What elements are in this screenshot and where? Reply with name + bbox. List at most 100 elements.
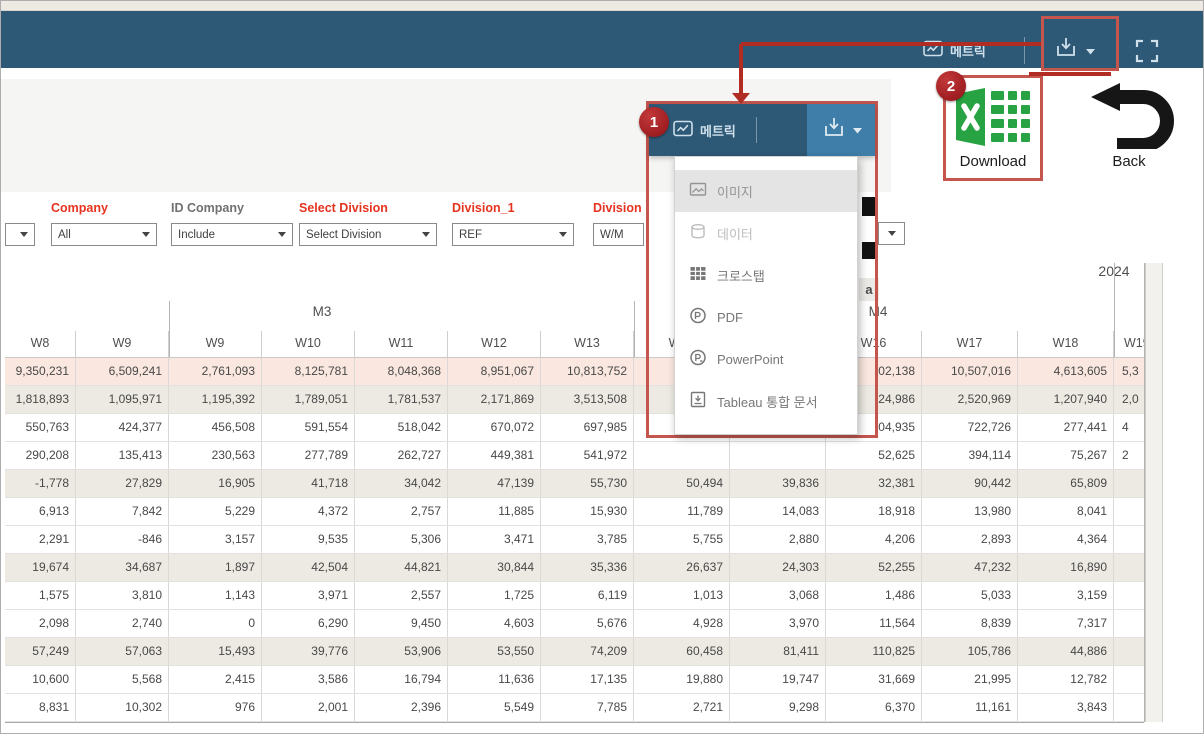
table-cell: 2,880 [730, 526, 826, 553]
step-badge-1: 1 [639, 107, 669, 137]
table-cell: 16,905 [169, 470, 262, 497]
table-cell: 135,413 [76, 442, 169, 469]
id-company-dropdown[interactable]: Include [171, 223, 293, 246]
table-cell: 394,114 [922, 442, 1018, 469]
table-cell: 3,785 [541, 526, 634, 553]
table-cell: 39,836 [730, 470, 826, 497]
week-header-cell: W9 [169, 331, 262, 357]
week-header-row: W8W9W9W10W11W12W13W14W15W16W17W18W19 [5, 331, 1144, 358]
download-menu-button-active[interactable] [807, 104, 875, 156]
table-cell: 3,513,508 [541, 386, 634, 413]
table-cell: 18,918 [826, 498, 922, 525]
table-cell [1114, 582, 1144, 609]
division-1-dropdown[interactable]: REF [452, 223, 574, 246]
table-cell [1114, 638, 1144, 665]
table-cell: 11,636 [448, 666, 541, 693]
month-header-m3: M3 [312, 304, 332, 319]
table-row: 1,575 3,810 1,143 3,971 2,557 1,725 6,119 1,013… [5, 582, 1144, 610]
table-row: -1,778 27,829 16,905 41,718 34,042 47,139 55,7… [5, 470, 1144, 498]
menu-item-tableau-workbook[interactable]: Tableau 통합 문서 [675, 380, 857, 422]
table-cell: 1,725 [448, 582, 541, 609]
table-cell: 39,776 [262, 638, 355, 665]
vertical-scrollbar[interactable] [1145, 263, 1163, 722]
table-cell [1114, 610, 1144, 637]
menu-item-powerpoint[interactable]: PowerPoint [675, 338, 857, 380]
table-right-edge [1144, 263, 1145, 722]
table-row: 2,098 2,740 0 6,290 9,450 4,603 5,676 4,928 3,97… [5, 610, 1144, 638]
table-cell: 277,789 [262, 442, 355, 469]
table-cell: 2,415 [169, 666, 262, 693]
table-cell: 81,411 [730, 638, 826, 665]
company-dropdown[interactable]: All [51, 223, 157, 246]
table-row: 2,291 -846 3,157 9,535 5,306 3,471 3,785 5,755 2… [5, 526, 1144, 554]
table-cell: 30,844 [448, 554, 541, 581]
table-cell: 52,625 [826, 442, 922, 469]
table-cell: 52,255 [826, 554, 922, 581]
table-cell: 47,232 [922, 554, 1018, 581]
table-cell: 41,718 [262, 470, 355, 497]
table-cell: 3,971 [262, 582, 355, 609]
table-cell: 19,880 [634, 666, 730, 693]
table-cell: 7,842 [76, 498, 169, 525]
table-cell: 53,550 [448, 638, 541, 665]
table-cell: 3,068 [730, 582, 826, 609]
database-icon [689, 223, 707, 243]
table-cell: 44,886 [1018, 638, 1114, 665]
table-cell [1114, 694, 1144, 721]
filter-label-division-1: Division_1 [452, 201, 515, 215]
menu-item-crosstab[interactable]: 크로스탭 [675, 254, 857, 296]
select-division-dropdown[interactable]: Select Division [299, 223, 437, 246]
metrics-button[interactable]: 메트릭 [923, 35, 986, 65]
table-cell: 6,913 [5, 498, 76, 525]
table-cell: 3,157 [169, 526, 262, 553]
table-cell: 34,687 [76, 554, 169, 581]
table-cell: 262,727 [355, 442, 448, 469]
table-cell: 4,603 [448, 610, 541, 637]
back-label: Back [1112, 153, 1146, 170]
download-popup: 메트릭 이미지 데이터 크로스탭 PDF PowerPoint Tableau … [646, 101, 878, 438]
chevron-down-icon [278, 232, 286, 237]
filter-company: Company All [51, 201, 157, 246]
division-2-dropdown[interactable]: W/M [593, 223, 644, 246]
table-cell: 2,171,869 [448, 386, 541, 413]
chevron-down-icon [559, 232, 567, 237]
partial-dropdown[interactable] [5, 223, 35, 246]
table-cell: 19,747 [730, 666, 826, 693]
table-cell: 6,119 [541, 582, 634, 609]
table-cell: 31,669 [826, 666, 922, 693]
fullscreen-icon[interactable] [1134, 38, 1160, 69]
table-cell: 2,761,093 [169, 358, 262, 385]
table-cell [1114, 526, 1144, 553]
annotation-connector-line [741, 42, 1041, 46]
menu-item-image[interactable]: 이미지 [675, 170, 857, 212]
table-cell [730, 442, 826, 469]
table-cell: 10,302 [76, 694, 169, 721]
table-cell: 2,893 [922, 526, 1018, 553]
table-cell: 15,930 [541, 498, 634, 525]
menu-item-pdf[interactable]: PDF [675, 296, 857, 338]
table-cell: 1,143 [169, 582, 262, 609]
table-cell: 2,757 [355, 498, 448, 525]
table-cell: 47,139 [448, 470, 541, 497]
table-cell: 74,209 [541, 638, 634, 665]
partial-dropdown-behind-popup[interactable] [878, 222, 905, 245]
step-badge-2: 2 [936, 71, 966, 101]
table-cell: 277,441 [1018, 414, 1114, 441]
filter-label-select-division: Select Division [299, 201, 388, 215]
back-button[interactable] [1087, 83, 1175, 154]
table-cell: 13,980 [922, 498, 1018, 525]
filter-label-id-company: ID Company [171, 201, 244, 215]
table-cell: 4,372 [262, 498, 355, 525]
menu-item-data[interactable]: 데이터 [675, 212, 857, 254]
table-cell: 4,613,605 [1018, 358, 1114, 385]
tableau-dashboard-screenshot: 메트릭 Download Back Company All ID Company… [0, 0, 1204, 734]
popup-header: 메트릭 [649, 104, 875, 156]
table-cell: 8,951,067 [448, 358, 541, 385]
table-cell: -846 [76, 526, 169, 553]
table-cell: 11,885 [448, 498, 541, 525]
table-cell: 1,575 [5, 582, 76, 609]
table-cell: 57,249 [5, 638, 76, 665]
chevron-down-icon [142, 232, 150, 237]
table-cell: 24,303 [730, 554, 826, 581]
table-cell: 9,350,231 [5, 358, 76, 385]
